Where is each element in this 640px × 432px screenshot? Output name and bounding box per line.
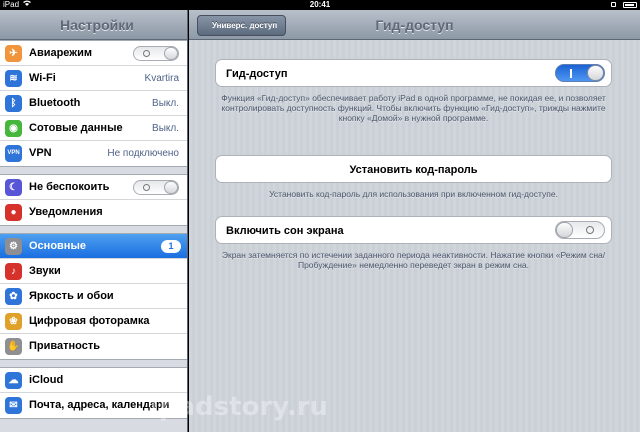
sidebar-item-do-not-disturb[interactable]: ☾ Не беспокоить <box>0 175 187 200</box>
sidebar-item-label: Основные <box>29 240 86 252</box>
sidebar-item-sounds[interactable]: ♪ Звуки <box>0 259 187 284</box>
settings-sidebar: Настройки ✈ Авиарежим ≋ Wi-Fi Kvartira ᛒ Bluet… <box>0 10 188 432</box>
sidebar-item-wifi[interactable]: ≋ Wi-Fi Kvartira <box>0 66 187 91</box>
sidebar-item-label: Авиарежим <box>29 47 92 59</box>
status-right <box>610 0 637 9</box>
update-badge: 1 <box>161 240 181 253</box>
speaker-icon: ♪ <box>5 263 22 280</box>
airplane-icon: ✈ <box>5 45 22 62</box>
switch-knob <box>587 65 604 81</box>
screen-sleep-label: Включить сон экрана <box>226 225 344 237</box>
set-passcode-button[interactable]: Установить код-пароль <box>215 155 612 183</box>
sidebar-item-value: Выкл. <box>152 123 179 134</box>
back-button[interactable]: Универс. доступ <box>197 15 287 36</box>
watermark: ipadstory.ru <box>150 392 329 422</box>
photos-icon: ❀ <box>5 313 22 330</box>
sidebar-item-label: Bluetooth <box>29 97 81 109</box>
notifications-icon: ● <box>5 204 22 221</box>
passcode-footer: Установить код-пароль для использования … <box>269 189 558 199</box>
cloud-icon: ☁ <box>5 372 22 389</box>
navigation-bar: Гид-доступ Универс. доступ <box>189 10 640 40</box>
sidebar-item-label: Сотовые данные <box>29 122 123 134</box>
sidebar-item-label: Звуки <box>29 265 61 277</box>
sidebar-item-label: Почта, адреса, календари <box>29 399 170 411</box>
sidebar-item-notifications[interactable]: ● Уведомления <box>0 200 187 225</box>
sidebar-item-vpn[interactable]: VPN VPN Не подключено <box>0 141 187 166</box>
sidebar-section: ✈ Авиарежим ≋ Wi-Fi Kvartira ᛒ Bluetooth Выкл. ◉… <box>0 40 187 167</box>
switch-on-indicator <box>570 69 572 78</box>
vpn-icon: VPN <box>5 145 22 162</box>
screen-sleep-switch[interactable] <box>555 221 605 239</box>
sidebar-item-label: Яркость и обои <box>29 290 114 302</box>
sidebar-item-cellular[interactable]: ◉ Сотовые данные Выкл. <box>0 116 187 141</box>
bluetooth-icon: ᛒ <box>5 95 22 112</box>
switch-off-indicator <box>143 50 150 57</box>
status-bar: iPad 20:41 <box>0 0 640 10</box>
switch-off-indicator <box>143 184 150 191</box>
guided-access-switch[interactable] <box>555 64 605 82</box>
sidebar-item-value: Не подключено <box>107 148 179 159</box>
switch-knob <box>164 181 178 194</box>
sidebar-item-photos[interactable]: ❀ Цифровая фоторамка <box>0 309 187 334</box>
sidebar-sections: ✈ Авиарежим ≋ Wi-Fi Kvartira ᛒ Bluetooth Выкл. ◉… <box>0 40 187 419</box>
sidebar-title: Настройки <box>0 10 187 40</box>
mail-icon: ✉ <box>5 397 22 414</box>
flower-icon: ✿ <box>5 288 22 305</box>
sidebar-item-label: Wi-Fi <box>29 72 56 84</box>
sidebar-item-label: VPN <box>29 147 52 159</box>
sidebar-item-label: Уведомления <box>29 206 103 218</box>
screen-sleep-row: Включить сон экрана <box>215 216 612 244</box>
sidebar-item-brightness[interactable]: ✿ Яркость и обои <box>0 284 187 309</box>
orientation-lock-icon <box>610 2 616 8</box>
switch-off-indicator <box>586 226 594 234</box>
guided-access-footer: Функция «Гид-доступ» обеспечивает работу… <box>221 93 606 123</box>
screen-sleep-footer: Экран затемняется по истечении заданного… <box>221 250 606 270</box>
switch-knob <box>164 47 178 60</box>
moon-icon: ☾ <box>5 179 22 196</box>
sidebar-item-icloud[interactable]: ☁ iCloud <box>0 368 187 393</box>
sidebar-item-value: Выкл. <box>152 98 179 109</box>
switch-knob <box>556 222 573 238</box>
sidebar-item-general[interactable]: ⚙ Основные 1 <box>0 234 187 259</box>
guided-access-label: Гид-доступ <box>226 68 288 80</box>
sidebar-item-bluetooth[interactable]: ᛒ Bluetooth Выкл. <box>0 91 187 116</box>
sidebar-item-label: Приватность <box>29 340 100 352</box>
battery-icon <box>623 1 637 8</box>
sidebar-item-privacy[interactable]: ✋ Приватность <box>0 334 187 359</box>
status-time: 20:41 <box>309 0 331 9</box>
wifi-icon: ≋ <box>5 70 22 87</box>
sidebar-section: ⚙ Основные 1 ♪ Звуки ✿ Яркость и обои ❀ Цифровая… <box>0 233 187 360</box>
toggle-switch[interactable] <box>133 46 179 61</box>
sidebar-item-label: Не беспокоить <box>29 181 110 193</box>
sidebar-item-value: Kvartira <box>144 73 179 84</box>
sidebar-item-airplane-mode[interactable]: ✈ Авиарежим <box>0 41 187 66</box>
cellular-icon: ◉ <box>5 120 22 137</box>
toggle-switch[interactable] <box>133 180 179 195</box>
gear-icon: ⚙ <box>5 238 22 255</box>
guided-access-row: Гид-доступ <box>215 59 612 87</box>
sidebar-item-label: Цифровая фоторамка <box>29 315 150 327</box>
sidebar-section: ☾ Не беспокоить ● Уведомления <box>0 174 187 226</box>
sidebar-item-label: iCloud <box>29 374 64 386</box>
hand-icon: ✋ <box>5 338 22 355</box>
detail-pane: Гид-доступ Универс. доступ Гид-доступ Фу… <box>189 10 640 432</box>
